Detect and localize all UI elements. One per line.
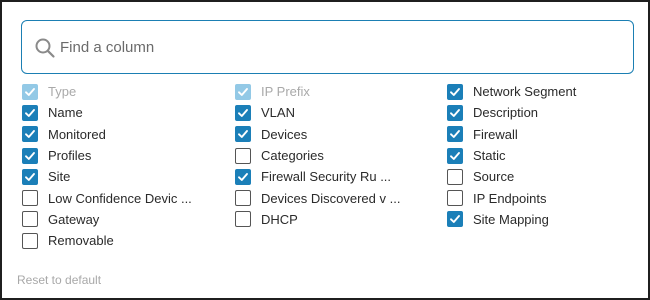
column-option[interactable]: Static (447, 145, 647, 166)
checkbox-checked[interactable] (22, 147, 38, 164)
checkbox-checked[interactable] (447, 211, 463, 228)
checkbox-unchecked[interactable] (22, 211, 38, 228)
checkbox-unchecked[interactable] (447, 190, 463, 207)
column-option: IP Prefix (235, 81, 435, 102)
column-option[interactable]: Profiles (22, 145, 222, 166)
column-list-1: Type Name Monitored Profiles Site Low Confide… (22, 81, 222, 251)
column-option-label: Devices Discovered v ... (261, 190, 401, 206)
column-option-label: Low Confidence Devic ... (48, 190, 192, 206)
column-picker-panel: Type Name Monitored Profiles Site Low Confide… (0, 0, 650, 300)
column-option-label: IP Prefix (261, 84, 310, 100)
checkbox-unchecked[interactable] (235, 211, 251, 228)
checkbox-unchecked[interactable] (235, 190, 251, 207)
column-option-label: Source (473, 169, 515, 185)
search-input[interactable] (60, 22, 620, 72)
checkmark-icon (238, 130, 248, 139)
checkmark-icon (25, 87, 35, 96)
checkmark-icon (238, 108, 248, 117)
column-option[interactable]: Site Mapping (447, 209, 647, 230)
column-option[interactable]: Description (447, 102, 647, 123)
checkbox-checked[interactable] (447, 104, 463, 121)
column-option[interactable]: Removable (22, 230, 222, 251)
column-option[interactable]: Site (22, 166, 222, 187)
column-option[interactable]: Low Confidence Devic ... (22, 187, 222, 208)
column-list-2: IP Prefix VLAN Devices Categories Firewall S… (235, 81, 435, 230)
column-option[interactable]: DHCP (235, 209, 435, 230)
checkbox-checked[interactable] (22, 126, 38, 143)
column-option-label: Monitored (48, 126, 106, 142)
column-option[interactable]: VLAN (235, 102, 435, 123)
column-option-label: Devices (261, 126, 308, 142)
column-option[interactable]: Source (447, 166, 647, 187)
checkmark-icon (25, 151, 35, 160)
column-option[interactable]: Firewall Security Ru ... (235, 166, 435, 187)
column-option-label: Removable (48, 233, 114, 249)
checkmark-icon (450, 87, 460, 96)
column-option-label: IP Endpoints (473, 190, 547, 206)
column-option[interactable]: Categories (235, 145, 435, 166)
checkmark-icon (238, 87, 248, 96)
checkmark-icon (450, 215, 460, 224)
checkmark-icon (450, 151, 460, 160)
column-option: Type (22, 81, 222, 102)
checkmark-icon (238, 172, 248, 181)
checkbox-checked[interactable] (22, 104, 38, 121)
search-box[interactable] (21, 20, 634, 74)
column-option-label: Name (48, 105, 83, 121)
column-option-label: VLAN (261, 105, 295, 121)
checkmark-icon (25, 108, 35, 117)
column-option-label: Categories (261, 148, 324, 164)
column-option-label: Firewall (473, 126, 518, 142)
column-option[interactable]: Firewall (447, 124, 647, 145)
checkbox-checked[interactable] (447, 147, 463, 164)
checkmark-icon (25, 172, 35, 181)
column-option-label: Network Segment (473, 84, 577, 100)
column-option-label: Site Mapping (473, 211, 549, 227)
column-option-label: Static (473, 148, 506, 164)
column-option[interactable]: Gateway (22, 209, 222, 230)
column-option-label: DHCP (261, 211, 298, 227)
checkbox-unchecked[interactable] (22, 190, 38, 207)
column-option[interactable]: IP Endpoints (447, 187, 647, 208)
column-option-label: Site (48, 169, 71, 185)
checkbox-checked[interactable] (447, 83, 463, 100)
checkbox-unchecked[interactable] (447, 168, 463, 185)
checkbox-checked (235, 83, 251, 100)
checkbox-checked (22, 83, 38, 100)
checkbox-checked[interactable] (22, 168, 38, 185)
reset-to-default-link[interactable]: Reset to default (17, 273, 101, 287)
checkbox-checked[interactable] (235, 168, 251, 185)
column-option-label: Gateway (48, 211, 100, 227)
column-option[interactable]: Devices Discovered v ... (235, 187, 435, 208)
column-option-label: Firewall Security Ru ... (261, 169, 392, 185)
column-option[interactable]: Devices (235, 124, 435, 145)
column-list-3: Network Segment Description Firewall Static… (447, 81, 647, 230)
checkmark-icon (450, 130, 460, 139)
checkbox-checked[interactable] (235, 104, 251, 121)
column-option[interactable]: Name (22, 102, 222, 123)
column-option-label: Type (48, 84, 77, 100)
checkmark-icon (25, 130, 35, 139)
checkbox-checked[interactable] (447, 126, 463, 143)
checkmark-icon (450, 108, 460, 117)
column-option-label: Description (473, 105, 539, 121)
column-option[interactable]: Monitored (22, 124, 222, 145)
column-option[interactable]: Network Segment (447, 81, 647, 102)
checkbox-unchecked[interactable] (235, 147, 251, 164)
checkbox-unchecked[interactable] (22, 232, 38, 249)
column-option-label: Profiles (48, 148, 92, 164)
search-icon (34, 37, 56, 59)
checkbox-checked[interactable] (235, 126, 251, 143)
